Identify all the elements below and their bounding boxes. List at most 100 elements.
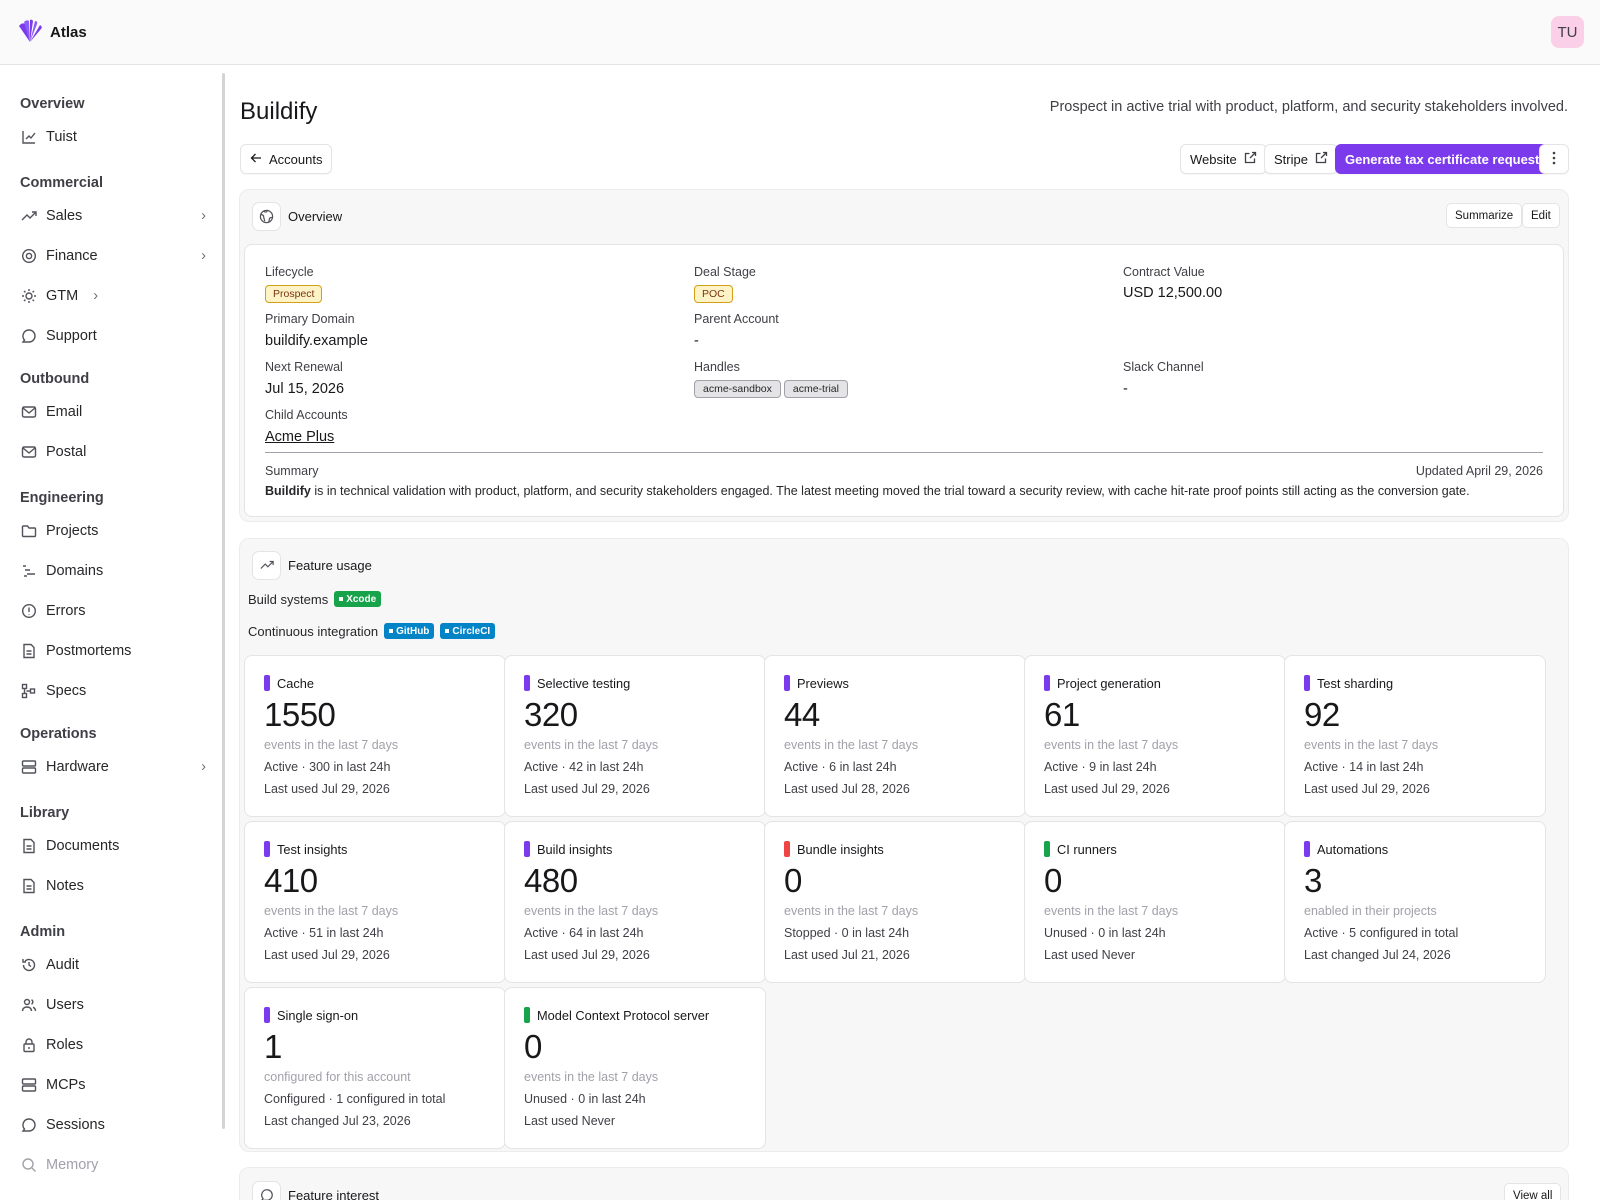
nav-section-overview: Overview <box>20 96 85 112</box>
feature-card[interactable]: Test insights 410 events in the last 7 day… <box>244 821 506 983</box>
feature-count: 0 <box>1044 862 1062 899</box>
sidebar-item-label: Roles <box>46 1037 84 1053</box>
sidebar-item-memory[interactable]: Memory <box>20 1150 206 1180</box>
sidebar-item-label: Hardware <box>46 759 109 775</box>
tag-label: CircleCI <box>452 625 491 637</box>
shell-logo-icon <box>16 17 44 48</box>
view-all-button[interactable]: View all <box>1504 1183 1562 1200</box>
sidebar-item-domains[interactable]: Domains <box>20 556 206 586</box>
feature-card[interactable]: Bundle insights 0 events in the last 7 day… <box>764 821 1026 983</box>
handle-chip: acme-trial <box>783 380 848 398</box>
feature-usage-title: Feature usage <box>288 557 372 573</box>
sidebar-item-postal[interactable]: Postal <box>20 437 206 467</box>
feature-last-used: Last changed Jul 23, 2026 <box>264 1114 411 1128</box>
feature-card[interactable]: Automations 3 enabled in their projects Act… <box>1284 821 1546 983</box>
generate-tax-certificate-button[interactable]: Generate tax certificate request <box>1335 144 1550 174</box>
envelope-icon <box>20 444 37 461</box>
child-account-link[interactable]: Acme Plus <box>265 429 334 445</box>
feature-card-title: Test sharding <box>1304 675 1393 691</box>
feature-card[interactable]: Build insights 480 events in the last 7 da… <box>504 821 766 983</box>
sidebar-item-sales[interactable]: Sales › <box>20 201 206 231</box>
feature-name: Previews <box>797 675 849 691</box>
sidebar-item-projects[interactable]: Projects <box>20 516 206 546</box>
summary-body: is in technical validation with product,… <box>310 484 1470 498</box>
sidebar-item-mcps[interactable]: MCPs <box>20 1070 206 1100</box>
arrow-left-icon <box>250 152 262 167</box>
feature-card[interactable]: Previews 44 events in the last 7 days Activ… <box>764 655 1026 817</box>
sidebar-item-label: Postal <box>46 444 87 460</box>
summary-account-name: Buildify <box>265 484 311 498</box>
sidebar-item-gtm[interactable]: GTM › <box>20 281 206 311</box>
sidebar-item-email[interactable]: Email <box>20 397 206 427</box>
sidebar-item-finance[interactable]: Finance › <box>20 241 206 271</box>
feature-count-caption: events in the last 7 days <box>524 1070 659 1084</box>
feature-last-used: Last used Never <box>524 1114 616 1128</box>
chevron-right-icon: › <box>201 248 206 264</box>
feature-card[interactable]: CI runners 0 events in the last 7 days Unus… <box>1024 821 1286 983</box>
website-button[interactable]: Website <box>1180 144 1267 174</box>
sidebar-item-specs[interactable]: Specs <box>20 676 206 706</box>
external-link-icon <box>1244 151 1257 167</box>
feature-card-title: Project generation <box>1044 675 1161 691</box>
feature-card[interactable]: Project generation 61 events in the last 7… <box>1024 655 1286 817</box>
feature-count-caption: events in the last 7 days <box>784 904 919 918</box>
chevron-right-icon: › <box>93 288 99 304</box>
summarize-button[interactable]: Summarize <box>1446 203 1523 228</box>
feature-card[interactable]: Test sharding 92 events in the last 7 days… <box>1284 655 1546 817</box>
feature-card[interactable]: Cache 1550 events in the last 7 days Active… <box>244 655 506 817</box>
message-icon <box>20 1117 37 1134</box>
sidebar-item-label: Finance <box>46 248 98 264</box>
feature-card[interactable]: Model Context Protocol server 0 events in … <box>504 987 766 1149</box>
more-actions-button[interactable] <box>1539 144 1569 174</box>
feature-card-title: Automations <box>1304 841 1388 857</box>
feature-name: CI runners <box>1057 841 1117 857</box>
sidebar-item-support[interactable]: Support <box>20 321 206 351</box>
feature-last-used: Last used Jul 29, 2026 <box>1044 782 1170 796</box>
feature-count: 61 <box>1044 696 1080 733</box>
sidebar-item-errors[interactable]: Errors <box>20 596 206 626</box>
feature-count-caption: events in the last 7 days <box>1304 738 1439 752</box>
sidebar-item-notes[interactable]: Notes <box>20 871 206 901</box>
edit-button[interactable]: Edit <box>1522 203 1560 228</box>
parent-account: - <box>694 333 699 349</box>
sidebar-item-users[interactable]: Users <box>20 990 206 1020</box>
nav-section-outbound: Outbound <box>20 371 90 387</box>
back-to-accounts-button[interactable]: Accounts <box>240 144 333 174</box>
child-accounts-label: Child Accounts <box>265 408 348 422</box>
contract-value: USD 12,500.00 <box>1123 285 1223 301</box>
slack-channel: - <box>1123 381 1128 397</box>
feature-card-title: Cache <box>264 675 314 691</box>
handles-label: Handles <box>694 360 740 374</box>
feature-card-title: Model Context Protocol server <box>524 1007 709 1023</box>
feature-count: 0 <box>524 1028 542 1065</box>
sidebar-item-audit[interactable]: Audit <box>20 950 206 980</box>
feature-last-used: Last changed Jul 24, 2026 <box>1304 948 1451 962</box>
feature-name: Build insights <box>537 841 613 857</box>
overview-header: Overview <box>252 201 342 231</box>
feature-count: 410 <box>264 862 318 899</box>
next-renewal-label: Next Renewal <box>265 360 343 374</box>
build-systems-label: Build systems <box>248 591 329 607</box>
sidebar-item-roles[interactable]: Roles <box>20 1030 206 1060</box>
chevron-right-icon: › <box>201 208 206 224</box>
sidebar-item-documents[interactable]: Documents <box>20 831 206 861</box>
feature-status: Active · 14 in last 24h <box>1304 760 1424 774</box>
sidebar-item-sessions[interactable]: Sessions <box>20 1110 206 1140</box>
feature-name: Selective testing <box>537 675 631 691</box>
sidebar-item-label: Tuist <box>46 129 77 145</box>
user-avatar[interactable]: TU <box>1551 16 1584 48</box>
stripe-button[interactable]: Stripe <box>1264 144 1338 174</box>
sidebar-scrollbar[interactable] <box>222 73 225 1129</box>
app-logo[interactable]: Atlas <box>16 17 87 48</box>
sidebar-item-postmortems[interactable]: Postmortems <box>20 636 206 666</box>
nav-section-commercial: Commercial <box>20 175 104 191</box>
nav-section-engineering: Engineering <box>20 490 104 506</box>
feature-count-caption: events in the last 7 days <box>264 904 399 918</box>
sidebar-item-hardware[interactable]: Hardware › <box>20 752 206 782</box>
sidebar-item-tuist[interactable]: Tuist <box>20 122 206 152</box>
lock-icon <box>20 1037 37 1054</box>
build-systems-row: Build systems Xcode <box>248 591 382 607</box>
feature-card[interactable]: Selective testing 320 events in the last 7… <box>504 655 766 817</box>
chart-icon <box>20 129 37 146</box>
feature-card[interactable]: Single sign-on 1 configured for this accou… <box>244 987 506 1149</box>
